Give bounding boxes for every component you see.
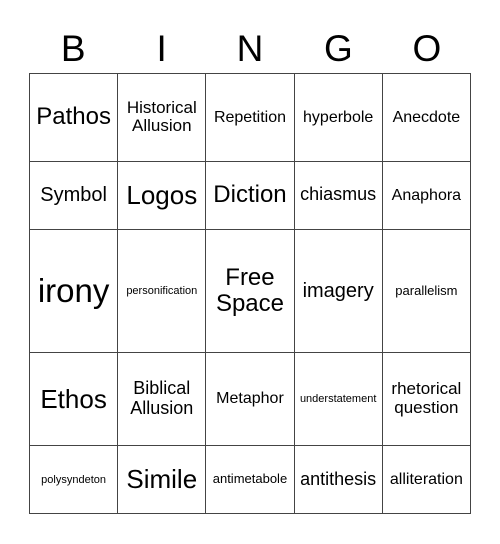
- bingo-cell[interactable]: Diction: [205, 160, 295, 230]
- bingo-cell[interactable]: Pathos: [28, 73, 119, 162]
- bingo-cell[interactable]: personification: [117, 228, 207, 354]
- bingo-cell[interactable]: Ethos: [28, 352, 119, 447]
- bingo-header: B I N G O: [29, 26, 471, 72]
- bingo-cell[interactable]: Logos: [117, 160, 207, 230]
- grid-row: Ethos Biblical Allusion Metaphor underst…: [28, 352, 472, 447]
- bingo-cell[interactable]: hyperbole: [293, 73, 383, 162]
- bingo-cell[interactable]: alliteration: [381, 445, 472, 514]
- header-letter-n: N: [236, 28, 264, 69]
- bingo-grid: Pathos Historical Allusion Repetition hy…: [28, 73, 472, 514]
- bingo-cell[interactable]: antimetabole: [205, 445, 295, 514]
- grid-row: polysyndeton Simile antimetabole antithe…: [28, 445, 472, 514]
- grid-row: Pathos Historical Allusion Repetition hy…: [28, 73, 472, 162]
- header-letter-o: O: [412, 28, 442, 69]
- bingo-cell[interactable]: chiasmus: [293, 160, 383, 230]
- bingo-cell[interactable]: Anecdote: [381, 73, 472, 162]
- grid-row: irony personification Free Space imagery…: [28, 228, 472, 354]
- bingo-cell[interactable]: irony: [28, 228, 119, 354]
- bingo-cell[interactable]: antithesis: [293, 445, 383, 514]
- header-letter-i: I: [156, 28, 167, 69]
- bingo-cell[interactable]: parallelism: [381, 228, 472, 354]
- bingo-cell[interactable]: understatement: [293, 352, 383, 447]
- bingo-cell[interactable]: imagery: [293, 228, 383, 354]
- grid-row: Symbol Logos Diction chiasmus Anaphora: [28, 160, 472, 230]
- bingo-cell[interactable]: Anaphora: [381, 160, 472, 230]
- bingo-cell[interactable]: Biblical Allusion: [117, 352, 207, 447]
- bingo-cell[interactable]: polysyndeton: [28, 445, 119, 514]
- bingo-cell[interactable]: rhetorical question: [381, 352, 472, 447]
- bingo-cell[interactable]: Simile: [117, 445, 207, 514]
- header-letter-g: G: [324, 28, 353, 69]
- bingo-cell[interactable]: Metaphor: [205, 352, 295, 447]
- header-letter-b: B: [60, 28, 86, 69]
- bingo-cell[interactable]: Symbol: [28, 160, 119, 230]
- free-space-cell[interactable]: Free Space: [205, 228, 295, 354]
- bingo-cell[interactable]: Historical Allusion: [117, 73, 207, 162]
- bingo-cell[interactable]: Repetition: [205, 73, 295, 162]
